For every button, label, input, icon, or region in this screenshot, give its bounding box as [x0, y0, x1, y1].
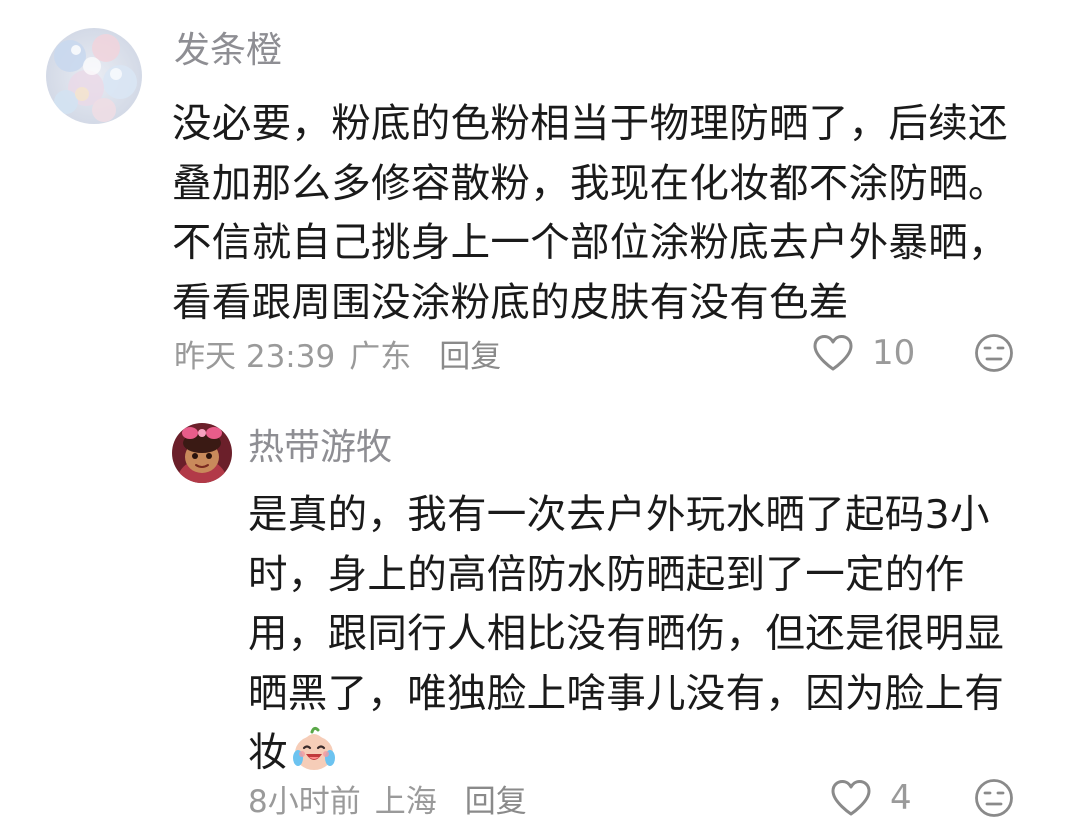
cartoon-character-avatar-icon [172, 423, 232, 483]
like-count: 4 [890, 778, 912, 818]
comment-meta: 昨天 23:39 广东 回复 [174, 331, 501, 376]
dislike-button[interactable] [974, 333, 1014, 377]
comment-text: 是真的，我有一次去户外玩水晒了起码3小时，身上的高倍防水防晒起到了一定的作用，跟… [248, 486, 1038, 784]
neutral-face-icon [975, 334, 1013, 372]
user-avatar[interactable] [172, 423, 232, 483]
heart-outline-icon [813, 335, 853, 371]
crying-laughing-emoji [292, 726, 335, 770]
comment-location: 上海 [374, 783, 437, 820]
reply-button[interactable]: 回复 [439, 331, 501, 376]
dislike-button[interactable] [974, 778, 1014, 822]
comment-text: 没必要，粉底的色粉相当于物理防晒了，后续还叠加那么多修容散粉，我现在化妆都不涂防… [172, 101, 1008, 326]
comment-text-content: 是真的，我有一次去户外玩水晒了起码3小时，身上的高倍防水防晒起到了一定的作用，跟… [248, 492, 1005, 776]
heart-outline-icon [831, 780, 871, 816]
username[interactable]: 发条橙 [174, 33, 282, 69]
comment-time: 昨天 23:39 [174, 338, 336, 375]
comment-location: 广东 [349, 338, 412, 375]
like-button[interactable]: 10 [812, 333, 915, 373]
comment-meta: 8小时前 上海 回复 [248, 776, 527, 821]
like-button[interactable]: 4 [830, 778, 912, 818]
user-avatar[interactable] [46, 28, 142, 124]
neutral-face-icon [975, 779, 1013, 817]
pastel-bubbles-avatar-icon [46, 28, 142, 124]
comment-time: 8小时前 [248, 783, 361, 820]
username[interactable]: 热带游牧 [248, 430, 392, 466]
reply-button[interactable]: 回复 [465, 776, 527, 821]
like-count: 10 [872, 333, 916, 373]
